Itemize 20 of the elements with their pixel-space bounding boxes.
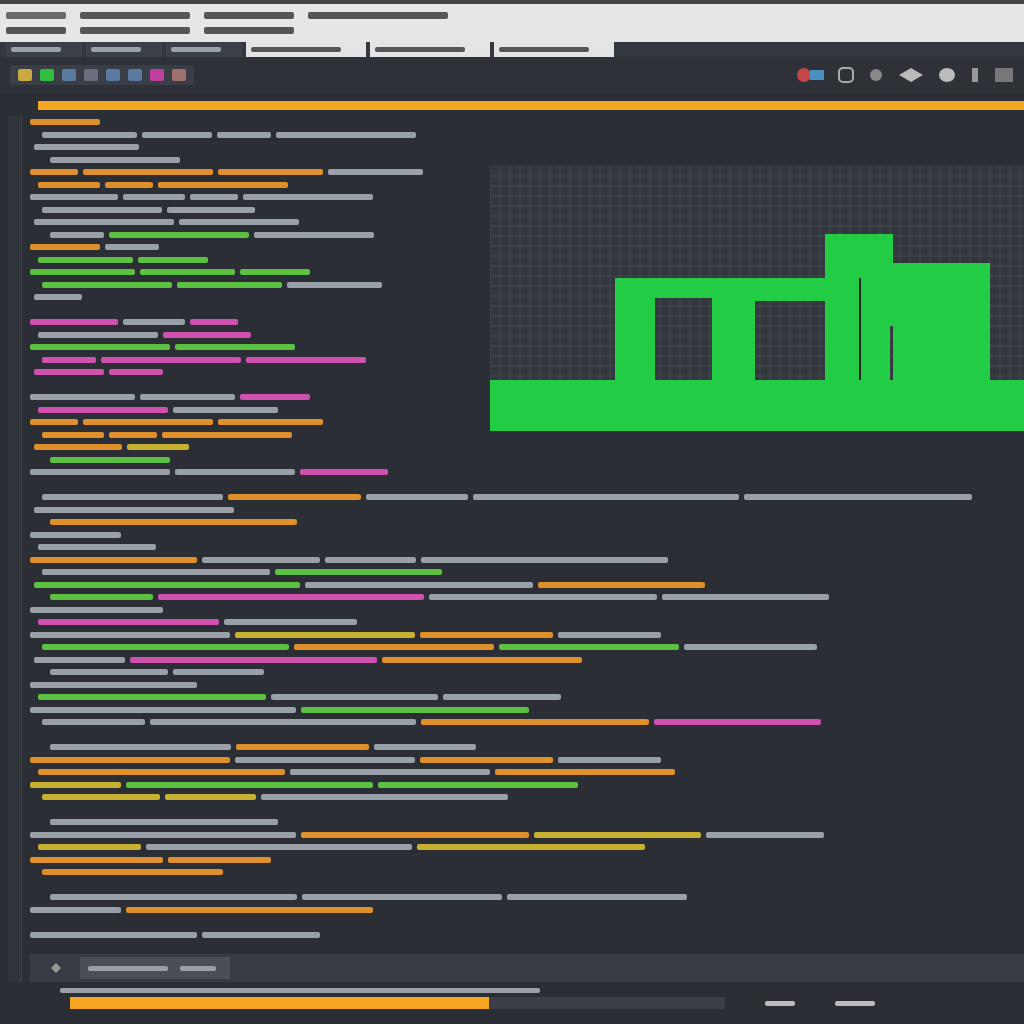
circle-icon[interactable] bbox=[938, 67, 956, 83]
illegible-text-drawing bbox=[11, 47, 61, 52]
window-icon[interactable] bbox=[994, 67, 1014, 83]
panel-button[interactable] bbox=[80, 957, 230, 979]
illegible-text-drawing bbox=[91, 47, 141, 52]
tab[interactable] bbox=[6, 42, 82, 57]
diamond-icon[interactable] bbox=[50, 962, 62, 974]
diamond-icon[interactable] bbox=[898, 67, 924, 83]
illegible-text-drawing bbox=[180, 965, 216, 971]
illegible-text-drawing bbox=[171, 47, 221, 52]
illegible-text-drawing bbox=[835, 1000, 875, 1006]
tab[interactable] bbox=[494, 42, 614, 57]
square-icon[interactable] bbox=[838, 67, 854, 83]
tab[interactable] bbox=[370, 42, 490, 57]
bar-icon[interactable] bbox=[970, 67, 980, 83]
tab[interactable] bbox=[86, 42, 162, 57]
tab[interactable] bbox=[246, 42, 366, 57]
swatch-icon[interactable] bbox=[796, 67, 824, 83]
tab[interactable] bbox=[166, 42, 242, 57]
illegible-text-drawing bbox=[765, 1000, 795, 1006]
